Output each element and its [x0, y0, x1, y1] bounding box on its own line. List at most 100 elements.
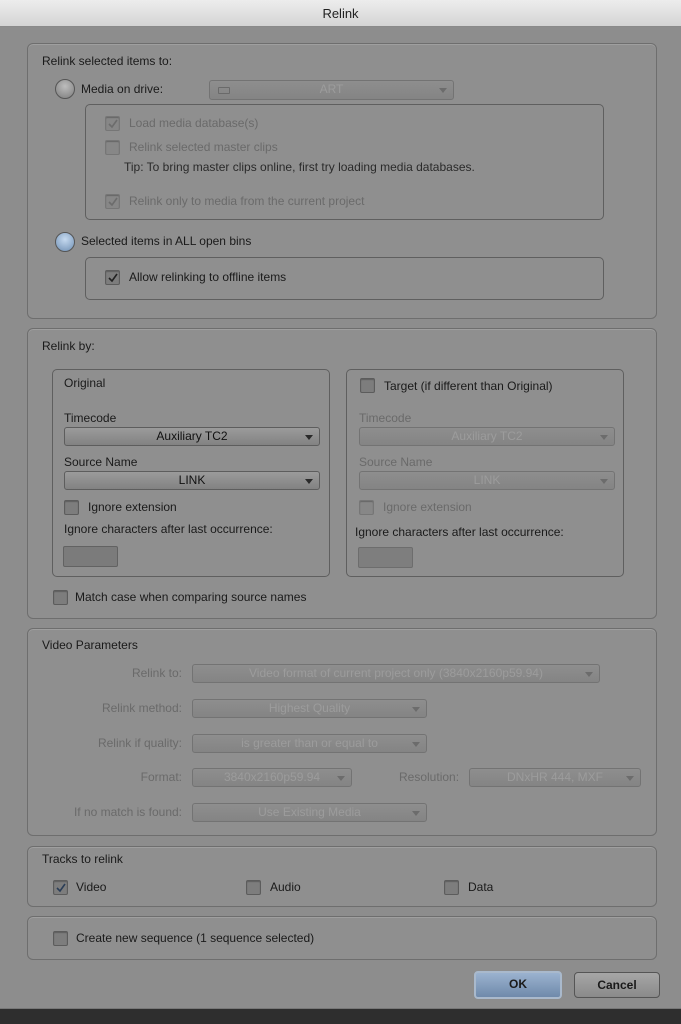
window-title: Relink — [0, 0, 681, 27]
target-timecode-value: Auxiliary TC2 — [451, 429, 523, 443]
target-timecode-label: Timecode — [359, 411, 412, 425]
relink-current-project-checkbox[interactable] — [105, 194, 120, 209]
original-source-name-select[interactable]: LINK — [64, 471, 320, 490]
media-on-drive-radio[interactable] — [55, 79, 75, 99]
background-timeline-strip — [0, 1008, 681, 1024]
target-ignore-chars-label: Ignore characters after last occurrence: — [355, 525, 564, 539]
original-source-name-label: Source Name — [64, 455, 138, 469]
format-value: 3840x2160p59.94 — [223, 770, 321, 784]
original-ignore-chars-label: Ignore characters after last occurrence: — [64, 522, 273, 536]
media-on-drive-label[interactable]: Media on drive: — [81, 82, 163, 96]
tracks-group: Tracks to relink Video Audio Data — [27, 846, 657, 907]
relink-to-group: Relink selected items to: Media on drive… — [27, 43, 657, 319]
original-box: Original Timecode Auxiliary TC2 Source N… — [52, 369, 330, 577]
relink-to-heading: Relink selected items to: — [42, 54, 173, 68]
resolution-value: DNxHR 444, MXF — [506, 770, 604, 784]
create-sequence-label: Create new sequence (1 sequence selected… — [76, 931, 315, 945]
video-track-checkbox[interactable] — [53, 880, 68, 895]
no-match-select[interactable]: Use Existing Media — [192, 803, 427, 822]
chevron-down-icon — [412, 742, 420, 747]
data-track-label: Data — [468, 880, 494, 894]
original-title: Original — [64, 376, 106, 390]
relink-quality-value: is greater than or equal to — [241, 736, 378, 750]
relink-by-group: Relink by: Original Timecode Auxiliary T… — [27, 328, 657, 619]
chevron-down-icon — [412, 707, 420, 712]
no-match-value: Use Existing Media — [258, 805, 361, 819]
create-sequence-checkbox[interactable] — [53, 931, 68, 946]
original-timecode-select[interactable]: Auxiliary TC2 — [64, 427, 320, 446]
no-match-label: If no match is found: — [73, 805, 182, 819]
ok-button[interactable]: OK — [474, 971, 562, 999]
target-source-name-label: Source Name — [359, 455, 433, 469]
target-source-name-select[interactable]: LINK — [359, 471, 615, 490]
audio-track-checkbox[interactable] — [246, 880, 261, 895]
relink-to-label: Relink to: — [131, 666, 182, 680]
chevron-down-icon — [305, 435, 313, 440]
target-timecode-select[interactable]: Auxiliary TC2 — [359, 427, 615, 446]
target-ignore-extension-label: Ignore extension — [383, 500, 472, 514]
data-track-checkbox[interactable] — [444, 880, 459, 895]
drive-select-value: ART — [319, 82, 344, 96]
video-parameters-heading: Video Parameters — [42, 638, 138, 652]
load-media-db-checkbox[interactable] — [105, 116, 120, 131]
format-label: Format: — [140, 770, 182, 784]
relink-current-project-label: Relink only to media from the current pr… — [129, 194, 365, 208]
create-sequence-group: Create new sequence (1 sequence selected… — [27, 916, 657, 960]
tip-text: Tip: To bring master clips online, first… — [124, 160, 475, 174]
chevron-down-icon — [600, 435, 608, 440]
original-timecode-value: Auxiliary TC2 — [156, 429, 228, 443]
relink-method-label: Relink method: — [101, 701, 182, 715]
all-open-bins-label[interactable]: Selected items in ALL open bins — [81, 234, 251, 248]
relink-to-select[interactable]: Video format of current project only (38… — [192, 664, 600, 683]
relink-quality-label: Relink if quality: — [97, 736, 182, 750]
original-ignore-extension-checkbox[interactable] — [64, 500, 79, 515]
original-source-name-value: LINK — [178, 473, 206, 487]
original-ignore-extension-label: Ignore extension — [88, 500, 177, 514]
chevron-down-icon — [337, 776, 345, 781]
allow-offline-checkbox[interactable] — [105, 270, 120, 285]
relink-master-clips-checkbox[interactable] — [105, 140, 120, 155]
chevron-down-icon — [412, 811, 420, 816]
target-ignore-chars-input[interactable] — [358, 547, 413, 568]
target-source-name-value: LINK — [473, 473, 501, 487]
checkmark-icon — [108, 273, 118, 283]
offline-options-box: Allow relinking to offline items — [85, 257, 604, 300]
target-checkbox[interactable] — [360, 378, 375, 393]
checkmark-icon — [108, 119, 118, 129]
drive-options-box: Load media database(s) Relink selected m… — [85, 104, 604, 220]
resolution-label: Resolution: — [399, 770, 460, 784]
resolution-select[interactable]: DNxHR 444, MXF — [469, 768, 641, 787]
cancel-button[interactable]: Cancel — [574, 972, 660, 998]
target-box: Target (if different than Original) Time… — [346, 369, 624, 577]
relink-dialog: Relink Relink selected items to: Media o… — [0, 0, 681, 1024]
checkmark-icon — [56, 883, 66, 893]
load-media-db-label: Load media database(s) — [129, 116, 259, 130]
relink-to-value: Video format of current project only (38… — [249, 666, 543, 680]
format-select[interactable]: 3840x2160p59.94 — [192, 768, 352, 787]
original-timecode-label: Timecode — [64, 411, 117, 425]
audio-track-label: Audio — [270, 880, 301, 894]
match-case-label: Match case when comparing source names — [75, 590, 307, 604]
tracks-heading: Tracks to relink — [42, 852, 123, 866]
original-ignore-chars-input[interactable] — [63, 546, 118, 567]
chevron-down-icon — [600, 479, 608, 484]
relink-by-heading: Relink by: — [42, 339, 95, 353]
drive-select[interactable]: ART — [209, 80, 454, 100]
chevron-down-icon — [439, 88, 447, 93]
drive-icon — [218, 87, 230, 94]
target-title[interactable]: Target (if different than Original) — [384, 379, 553, 393]
chevron-down-icon — [585, 672, 593, 677]
chevron-down-icon — [305, 479, 313, 484]
video-parameters-group: Video Parameters Relink to: Video format… — [27, 628, 657, 836]
allow-offline-label: Allow relinking to offline items — [129, 270, 287, 284]
relink-method-value: Highest Quality — [268, 701, 351, 715]
relink-method-select[interactable]: Highest Quality — [192, 699, 427, 718]
video-track-label: Video — [76, 880, 107, 894]
target-ignore-extension-checkbox[interactable] — [359, 500, 374, 515]
checkmark-icon — [108, 197, 118, 207]
relink-master-clips-label: Relink selected master clips — [129, 140, 278, 154]
relink-quality-select[interactable]: is greater than or equal to — [192, 734, 427, 753]
chevron-down-icon — [626, 776, 634, 781]
match-case-checkbox[interactable] — [53, 590, 68, 605]
all-open-bins-radio[interactable] — [55, 232, 75, 252]
